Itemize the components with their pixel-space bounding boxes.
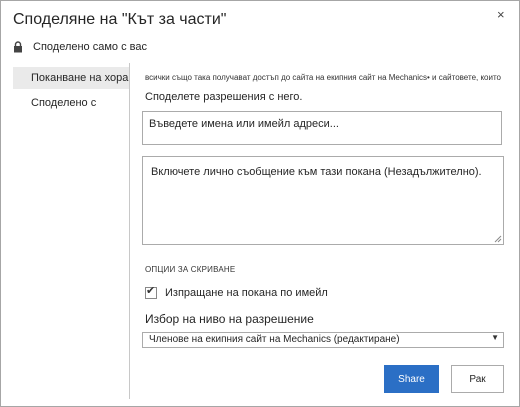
sidebar: Поканване на хора Споделено с: [13, 67, 129, 114]
sidebar-item-invite-people[interactable]: Поканване на хора: [13, 67, 129, 89]
permission-selected-value: Членове на екипния сайт на Mechanics (ре…: [149, 334, 400, 345]
send-email-label: Изпращане на покана по имейл: [165, 287, 328, 299]
sub-info-text: Споделете разрешения с него.: [145, 91, 303, 103]
resize-grip-icon[interactable]: [494, 235, 502, 243]
info-text: всички също така получават достъп до сай…: [145, 73, 501, 82]
message-placeholder: Включете лично съобщение към тази покана…: [151, 166, 482, 178]
dropdown-arrow-icon: ▼: [491, 333, 499, 342]
send-email-row: ✔ Изпращане на покана по имейл: [145, 285, 328, 299]
share-dialog: Споделяне на "Кът за части" × Споделено …: [0, 0, 520, 407]
close-icon[interactable]: ×: [497, 7, 505, 22]
names-input-placeholder: Въведете имена или имейл адреси...: [149, 118, 339, 130]
lock-icon: [14, 41, 22, 53]
checkmark-icon: ✔: [146, 285, 156, 297]
share-button[interactable]: Share: [384, 365, 439, 393]
hide-options-link[interactable]: ОПЦИИ ЗА СКРИВАНЕ: [145, 265, 235, 274]
send-email-checkbox[interactable]: ✔: [145, 285, 157, 299]
permission-label: Избор на ниво на разрешение: [145, 312, 314, 326]
permission-select[interactable]: Членове на екипния сайт на Mechanics (ре…: [142, 332, 504, 348]
sharing-status: Споделено само с вас: [13, 41, 147, 53]
cancel-button[interactable]: Рак: [451, 365, 504, 393]
sidebar-item-shared-with[interactable]: Споделено с: [13, 92, 129, 114]
sharing-status-text: Споделено само с вас: [33, 41, 147, 53]
message-textarea[interactable]: Включете лично съобщение към тази покана…: [142, 156, 504, 245]
vertical-divider: [129, 63, 130, 399]
dialog-title: Споделяне на "Кът за части": [13, 11, 227, 28]
names-input[interactable]: Въведете имена или имейл адреси...: [142, 111, 502, 145]
